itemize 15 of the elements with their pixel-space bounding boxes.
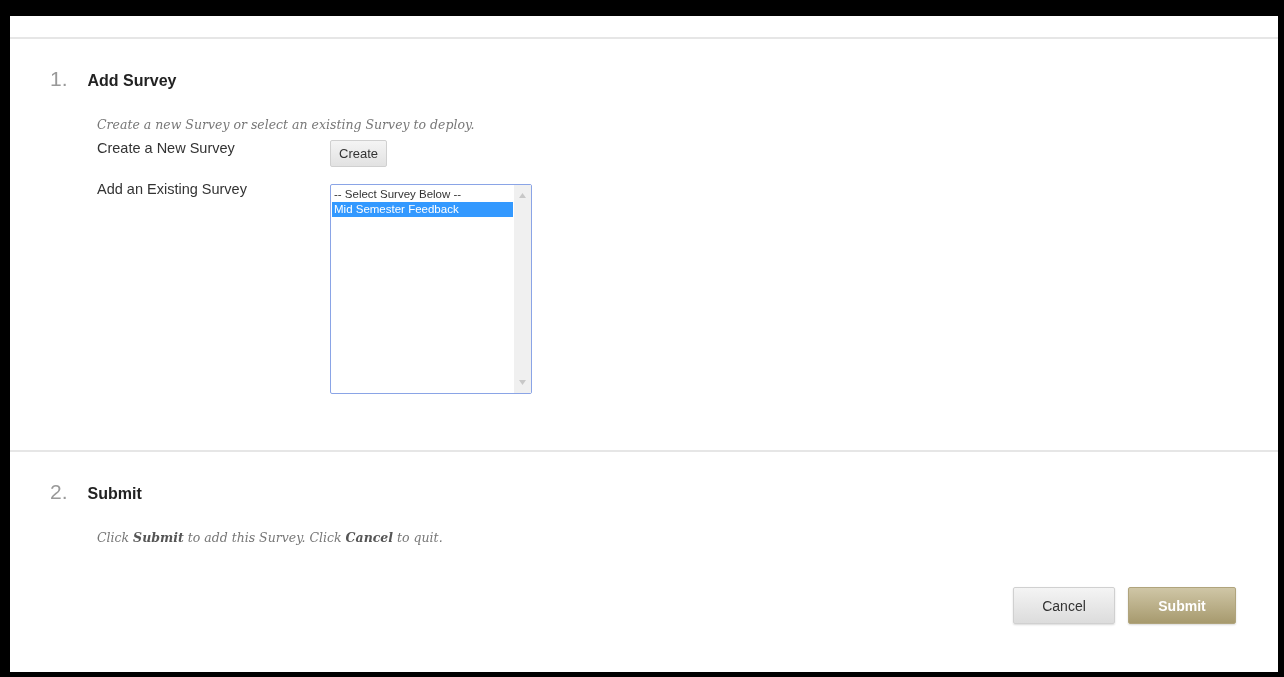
- scroll-down-icon[interactable]: [519, 380, 526, 385]
- field-label: Add an Existing Survey: [97, 181, 248, 197]
- instructions: Click Submit to add this Survey. Click Cancel to quit.: [97, 530, 444, 545]
- scroll-up-icon[interactable]: [519, 193, 526, 198]
- cancel-button[interactable]: Cancel: [1013, 587, 1115, 624]
- survey-listbox[interactable]: -- Select Survey Below -- Mid Semester Feedback: [330, 184, 532, 394]
- section-title: Add Survey: [87, 72, 177, 90]
- section-title: Submit: [87, 485, 142, 503]
- step-number: 2.: [50, 480, 68, 504]
- instructions: Create a new Survey or select an existing Survey to deploy.: [97, 117, 476, 132]
- list-option[interactable]: -- Select Survey Below --: [332, 187, 513, 202]
- scrollbar[interactable]: [514, 185, 531, 393]
- create-button[interactable]: Create: [330, 140, 388, 167]
- step-number: 1.: [50, 67, 68, 91]
- field-label: Create a New Survey: [97, 140, 236, 156]
